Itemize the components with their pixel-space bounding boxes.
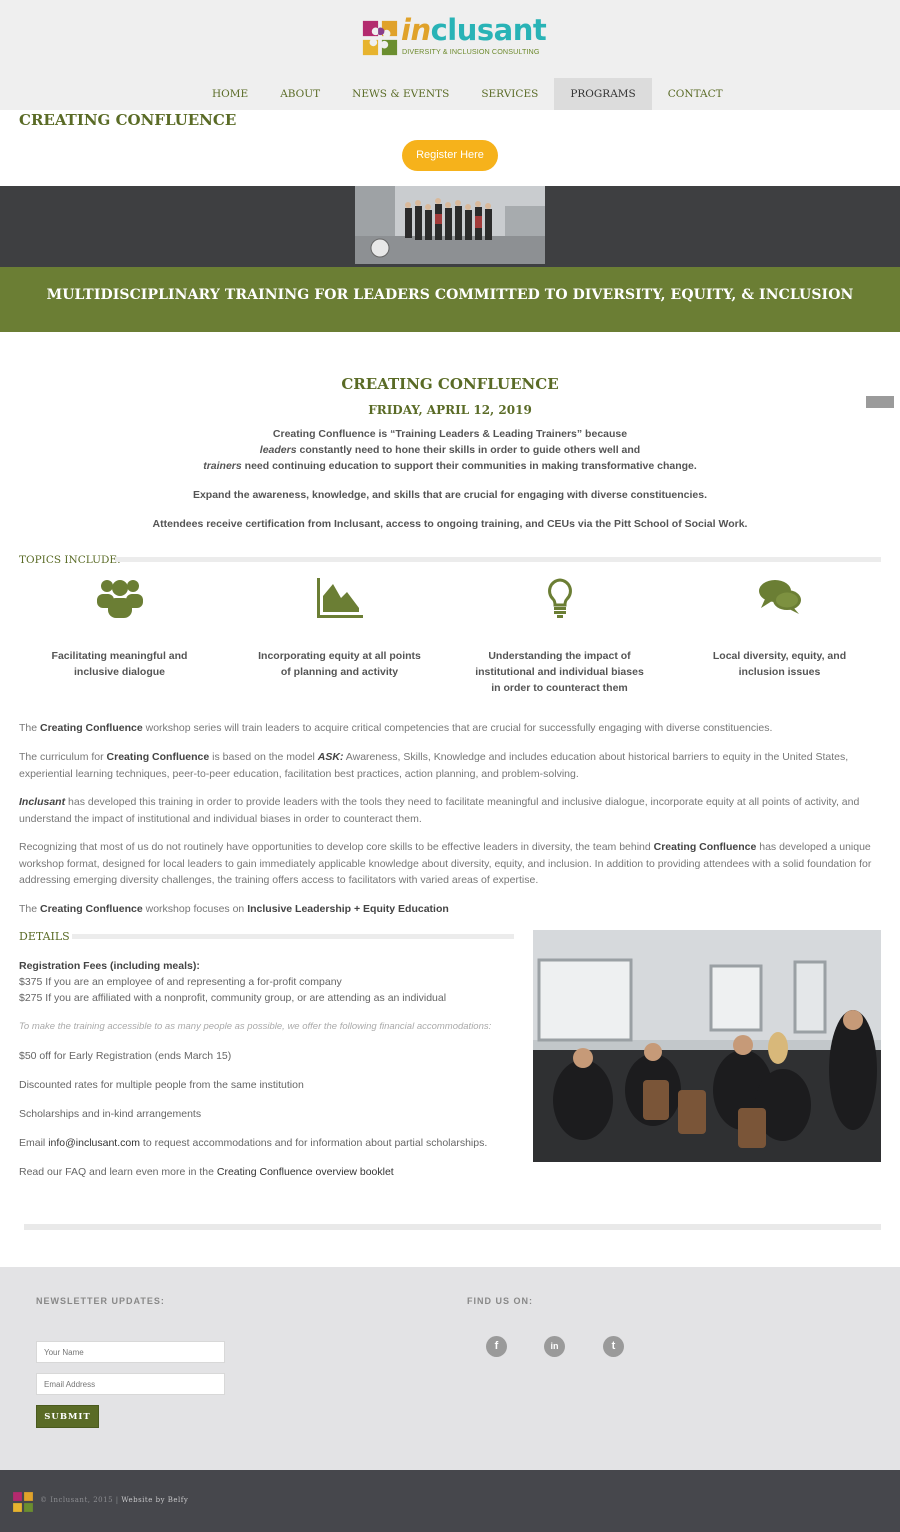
topic-label: Incorporating equity at all points of pl…: [258, 650, 421, 678]
chat-bubbles-icon: [758, 580, 801, 614]
footer-rule: [24, 1224, 881, 1230]
email-input[interactable]: [36, 1373, 225, 1395]
offer-early: $50 off for Early Registration (ends Mar…: [19, 1050, 232, 1062]
body-paragraph: The Creating Confluence workshop series …: [19, 722, 773, 734]
copyright: © Inclusant, 2015 | Website by Belfy: [40, 1496, 189, 1504]
topic-label: Facilitating meaningful and inclusive di…: [51, 650, 188, 678]
section-rule: [115, 557, 881, 562]
nav-home[interactable]: HOME: [196, 78, 264, 110]
topic-label: Local diversity, equity, and inclusion i…: [712, 650, 847, 678]
body-paragraph: Inclusant has developed this training in…: [19, 796, 860, 825]
intro-title: CREATING CONFLUENCE: [341, 375, 559, 393]
facebook-icon[interactable]: f: [486, 1336, 507, 1357]
credit-link[interactable]: Website by Belfy: [121, 1496, 188, 1504]
fees-title: Registration Fees (including meals):: [19, 960, 200, 972]
nav-about[interactable]: ABOUT: [264, 78, 336, 110]
faq-line: Read our FAQ and learn even more in the …: [19, 1166, 394, 1178]
details-heading: DETAILS: [19, 930, 70, 943]
workshop-photo: [533, 930, 881, 1162]
offer-group: Discounted rates for multiple people fro…: [19, 1079, 304, 1091]
offer-scholarship: Scholarships and in-kind arrangements: [19, 1108, 202, 1120]
section-rule: [72, 934, 514, 939]
lightbulb-icon: [547, 578, 572, 618]
topic-label: Understanding the impact of institutiona…: [475, 650, 644, 694]
topic-item: Facilitating meaningful and inclusive di…: [32, 576, 207, 680]
email-line: Email info@inclusant.com to request acco…: [19, 1137, 488, 1149]
group-photo: [355, 186, 545, 264]
intro-line: Attendees receive certification from Inc…: [152, 518, 748, 530]
email-link[interactable]: info@inclusant.com: [48, 1137, 140, 1149]
fee-nonprofit: $275 If you are affiliated with a nonpro…: [19, 992, 447, 1004]
topic-item: Local diversity, equity, and inclusion i…: [692, 576, 867, 680]
twitter-icon[interactable]: t: [603, 1336, 624, 1357]
event-date: FRIDAY, APRIL 12, 2019: [368, 403, 532, 417]
nav-contact[interactable]: CONTACT: [652, 78, 739, 110]
topics-heading: TOPICS INCLUDE:: [19, 554, 121, 566]
newsletter-heading: NEWSLETTER UPDATES:: [36, 1296, 165, 1306]
topic-item: Understanding the impact of institutiona…: [472, 576, 647, 696]
site-header: inclusant DIVERSITY & INCLUSION CONSULTI…: [0, 0, 900, 110]
area-chart-icon: [316, 578, 363, 618]
booklet-link[interactable]: Creating Confluence overview booklet: [217, 1166, 394, 1178]
group-icon: [96, 580, 143, 618]
name-input[interactable]: [36, 1341, 225, 1363]
intro-line: trainers need continuing education to su…: [203, 460, 697, 472]
page-title: CREATING CONFLUENCE: [19, 111, 237, 129]
submit-button[interactable]: SUBMIT: [36, 1405, 99, 1428]
logo-tagline: DIVERSITY & INCLUSION CONSULTING: [402, 47, 540, 56]
linkedin-icon[interactable]: in: [544, 1336, 565, 1357]
accommodations-note: To make the training accessible to as ma…: [19, 1021, 492, 1032]
hero-title: MULTIDISCIPLINARY TRAINING FOR LEADERS C…: [46, 287, 854, 303]
intro-line: Expand the awareness, knowledge, and ski…: [192, 489, 708, 501]
site-logo[interactable]: inclusant DIVERSITY & INCLUSION CONSULTI…: [361, 13, 547, 59]
find-us-heading: FIND US ON:: [467, 1296, 533, 1306]
topic-item: Incorporating equity at all points of pl…: [252, 576, 427, 680]
fee-forprofit: $375 If you are an employee of and repre…: [19, 976, 342, 988]
nav-news-events[interactable]: NEWS & EVENTS: [336, 78, 465, 110]
nav-programs[interactable]: PROGRAMS: [554, 78, 652, 110]
intro-line: Creating Confluence is “Training Leaders…: [272, 428, 628, 440]
main-nav: HOME ABOUT NEWS & EVENTS SERVICES PROGRA…: [196, 78, 739, 110]
body-paragraph: The curriculum for Creating Confluence i…: [19, 751, 849, 780]
nav-services[interactable]: SERVICES: [465, 78, 554, 110]
intro-line: leaders constantly need to hone their sk…: [259, 444, 641, 456]
logo-wordmark: inclusant: [401, 13, 547, 47]
body-paragraph: The Creating Confluence workshop focuses…: [19, 903, 449, 915]
body-paragraph: Recognizing that most of us do not routi…: [19, 841, 872, 886]
register-button[interactable]: Register Here: [402, 140, 498, 171]
puzzle-logo-icon: [362, 20, 398, 56]
puzzle-logo-icon[interactable]: [12, 1491, 34, 1513]
